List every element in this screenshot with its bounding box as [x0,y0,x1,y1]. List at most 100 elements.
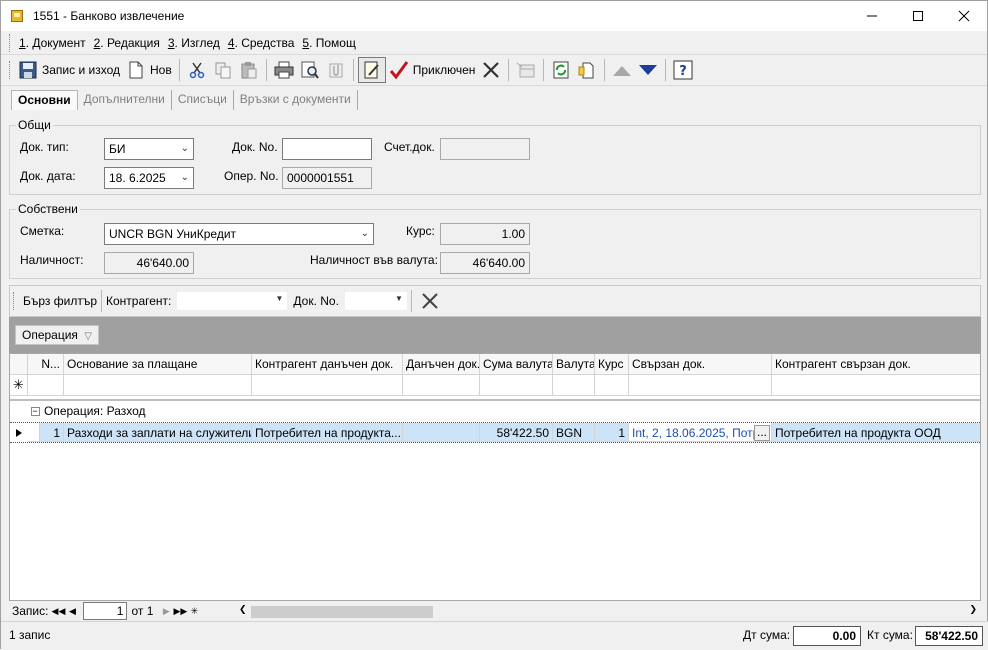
cell-linked-doc[interactable]: Int, 2, 18.06.2025, Потр ... [629,423,772,442]
col-linked-doc[interactable]: Свързан док. [629,354,772,375]
group-by-panel: Операция ▽ [9,317,981,353]
edit-mode-button[interactable] [357,57,386,83]
clear-filter-icon[interactable] [420,291,440,311]
doc-type-combo[interactable]: БИ ⌄ [104,138,194,160]
cell-currency[interactable]: BGN [553,423,595,442]
copy-button[interactable] [210,57,236,83]
rate-label: Курс: [406,224,435,238]
partner-filter-label: Контрагент: [106,294,172,308]
cell-number[interactable]: 1 [40,423,64,442]
sort-descending-icon: ▽ [84,331,92,342]
balance-currency-label: Наличност във валута: [310,253,438,267]
refresh-icon [551,60,571,80]
help-button[interactable]: ? [670,57,696,83]
complete-button[interactable]: Приключен [386,57,479,83]
print-preview-button[interactable] [297,57,323,83]
cell-payment-reason[interactable]: Разходи за заплати на служители [64,423,252,442]
horizontal-scrollbar[interactable]: ❮ ❯ [239,603,981,619]
paste-button[interactable] [236,57,262,83]
menu-document[interactable]: 1. Документ [15,36,90,50]
account-label: Сметка: [20,224,65,238]
cut-button[interactable] [184,57,210,83]
menu-grip [9,33,13,52]
new-row[interactable]: ✳ [10,375,980,396]
col-rate[interactable]: Курс [595,354,629,375]
debit-sum-field: 0.00 [793,626,861,646]
minimize-button[interactable] [849,1,895,31]
cell-amount[interactable]: 58'422.50 [480,423,553,442]
col-partner-linked-doc[interactable]: Контрагент свързан док. [772,354,980,375]
print-preview-icon [300,60,320,80]
move-down-button[interactable] [635,57,661,83]
chevron-down-icon: ⌄ [360,228,369,239]
quick-filter-label: Бърз филтър [23,294,97,308]
menu-help[interactable]: 5. Помощ [298,36,359,50]
record-count: от 1 [131,604,154,618]
tab-lists[interactable]: Списъци [172,90,234,110]
menu-tools[interactable]: 4. Средства [224,36,299,50]
maximize-button[interactable] [895,1,941,31]
x-icon [481,60,501,80]
balance-field: 46'640.00 [104,252,194,274]
ellipsis-button[interactable]: ... [754,425,770,441]
group-row[interactable]: − Операция: Разход [10,401,980,422]
docno-filter-combo[interactable]: ▼ [344,292,407,310]
prev-record-icon[interactable]: ◀ [65,603,79,619]
col-number[interactable]: N... [28,354,64,375]
calendar-icon [516,60,536,80]
col-partner-tax-doc[interactable]: Контрагент данъчен док. [252,354,403,375]
general-group: Общи Док. тип: БИ ⌄ Док. No. Счет.док. Д… [9,118,981,195]
menu-edit[interactable]: 2. Редакция [90,36,164,50]
menu-view[interactable]: 3. Изглед [164,36,224,50]
col-amount-currency[interactable]: Сума валута [480,354,553,375]
general-group-title: Общи [16,118,53,132]
help-icon: ? [673,60,693,80]
scroll-right-icon[interactable]: ❯ [969,604,977,615]
current-record-input[interactable]: 1 [83,602,128,620]
cell-partner-linked-doc[interactable]: Потребител на продукта ООД [772,423,980,442]
own-group-title: Собствени [16,202,80,216]
attach-button[interactable] [323,57,349,83]
docno-filter-label: Док. No. [293,294,339,308]
delete-button[interactable] [478,57,504,83]
close-button[interactable] [941,1,987,31]
group-by-operation-chip[interactable]: Операция ▽ [15,325,99,345]
partner-filter-combo[interactable]: ▼ [177,292,288,310]
collapse-group-icon[interactable]: − [30,407,40,416]
new-record-icon[interactable]: ✳ [187,603,201,619]
acc-doc-label: Счет.док. [384,140,435,154]
move-up-button[interactable] [609,57,635,83]
print-button[interactable] [271,57,297,83]
doc-no-label: Док. No. [232,140,278,154]
dropdown-arrow-icon: ▼ [395,294,403,303]
doc-no-input[interactable] [282,138,372,160]
copy-document-button[interactable] [574,57,600,83]
calendar-button[interactable] [513,57,539,83]
scroll-left-icon[interactable]: ❮ [239,604,247,615]
col-currency[interactable]: Валута [553,354,595,375]
document-copy-icon [577,60,597,80]
new-button[interactable]: Нов [123,57,175,83]
table-row[interactable]: 1 Разходи за заплати на служители Потреб… [10,422,980,443]
dropdown-arrow-icon: ▼ [275,294,284,303]
col-payment-reason[interactable]: Основание за плащане [64,354,252,375]
doc-date-picker[interactable]: 18. 6.2025 ⌄ [104,167,194,189]
checkmark-icon [389,60,409,80]
last-record-icon[interactable]: ▶▶ [173,603,187,619]
refresh-button[interactable] [548,57,574,83]
tab-basic[interactable]: Основни [11,90,78,110]
rate-field: 1.00 [440,223,530,245]
col-tax-doc[interactable]: Данъчен док. [403,354,480,375]
save-exit-button[interactable]: Запис и изход [15,57,123,83]
tab-document-links[interactable]: Връзки с документи [234,90,358,110]
next-record-icon[interactable]: ▶ [159,603,173,619]
tab-additional[interactable]: Допълнителни [78,90,172,110]
cell-tax-doc[interactable] [403,423,480,442]
scrollbar-thumb[interactable] [251,606,433,618]
cell-rate[interactable]: 1 [595,423,629,442]
first-record-icon[interactable]: ◀◀ [51,603,66,619]
cell-partner-tax-doc[interactable]: Потребител на продукта... [252,423,403,442]
account-combo[interactable]: UNCR BGN УниКредит ⌄ [104,223,374,245]
payments-grid: N... Основание за плащане Контрагент дан… [9,353,981,601]
scissors-icon [187,60,207,80]
